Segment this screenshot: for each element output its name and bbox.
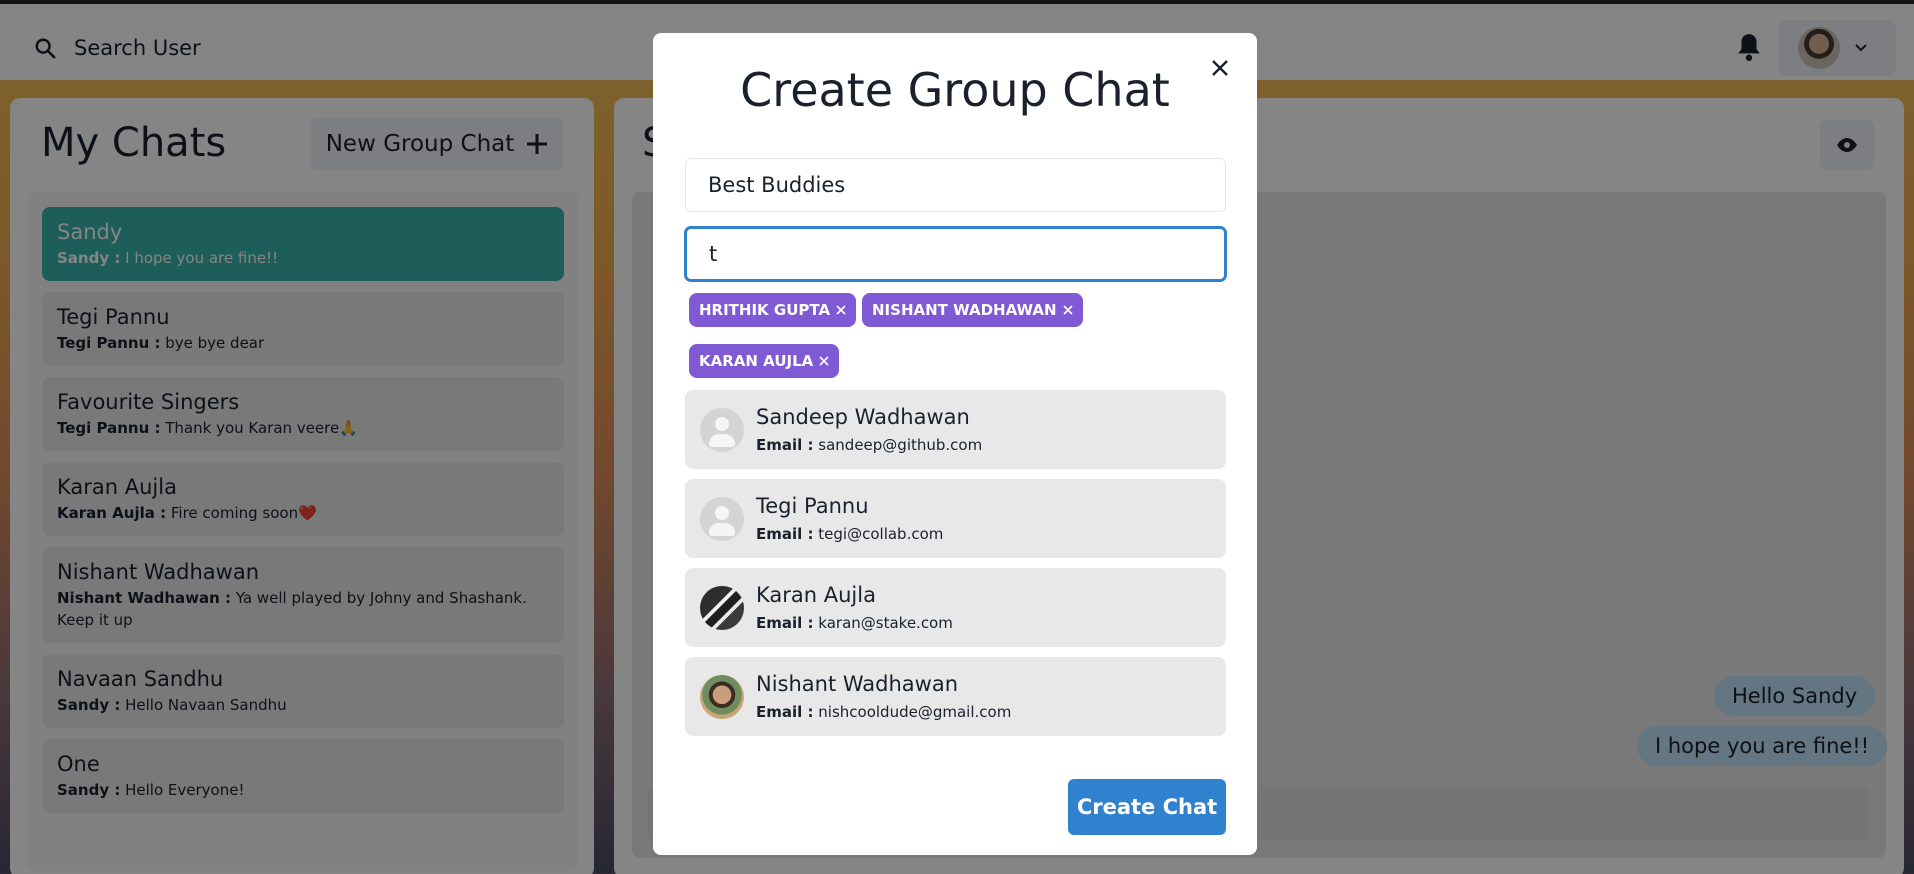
- chat-name-field[interactable]: [685, 158, 1226, 212]
- user-name: Tegi Pannu: [756, 494, 869, 518]
- selected-user-tag[interactable]: NISHANT WADHAWAN: [862, 293, 1083, 327]
- user-email: Email : karan@stake.com: [756, 614, 953, 632]
- default-avatar-icon: [700, 497, 744, 541]
- email-label: Email :: [756, 436, 814, 454]
- user-email: Email : sandeep@github.com: [756, 436, 982, 454]
- create-chat-button[interactable]: Create Chat: [1068, 779, 1226, 835]
- user-email: Email : nishcooldude@gmail.com: [756, 703, 1011, 721]
- modal-title: Create Group Chat: [740, 63, 1170, 117]
- avatar: [700, 586, 744, 630]
- user-name: Nishant Wadhawan: [756, 672, 959, 696]
- tag-label: KARAN AUJLA: [699, 352, 814, 370]
- email-value: tegi@collab.com: [818, 525, 944, 543]
- close-icon[interactable]: [819, 356, 829, 366]
- email-value: nishcooldude@gmail.com: [818, 703, 1012, 721]
- user-name: Sandeep Wadhawan: [756, 405, 970, 429]
- tag-label: HRITHIK GUPTA: [699, 301, 831, 319]
- close-button[interactable]: [1203, 51, 1237, 85]
- selected-user-tag[interactable]: KARAN AUJLA: [689, 344, 840, 378]
- user-result-item[interactable]: Sandeep Wadhawan Email : sandeep@github.…: [685, 390, 1226, 469]
- default-avatar-icon: [700, 408, 744, 452]
- close-icon[interactable]: [836, 305, 846, 315]
- create-group-chat-modal: Create Group Chat HRITHIK GUPTA NISHANT …: [653, 33, 1257, 855]
- user-result-item[interactable]: Tegi Pannu Email : tegi@collab.com: [685, 479, 1226, 558]
- user-name: Karan Aujla: [756, 583, 876, 607]
- user-email: Email : tegi@collab.com: [756, 525, 943, 543]
- selected-user-tag[interactable]: HRITHIK GUPTA: [689, 293, 857, 327]
- close-icon: [1212, 60, 1228, 76]
- email-value: karan@stake.com: [818, 614, 953, 632]
- user-result-item[interactable]: Karan Aujla Email : karan@stake.com: [685, 568, 1226, 647]
- user-result-item[interactable]: Nishant Wadhawan Email : nishcooldude@gm…: [685, 657, 1226, 736]
- tag-label: NISHANT WADHAWAN: [872, 301, 1057, 319]
- email-label: Email :: [756, 614, 814, 632]
- close-icon[interactable]: [1063, 305, 1073, 315]
- avatar: [700, 675, 744, 719]
- add-users-search-input[interactable]: [685, 227, 1226, 281]
- email-value: sandeep@github.com: [818, 436, 983, 454]
- email-label: Email :: [756, 525, 814, 543]
- email-label: Email :: [756, 703, 814, 721]
